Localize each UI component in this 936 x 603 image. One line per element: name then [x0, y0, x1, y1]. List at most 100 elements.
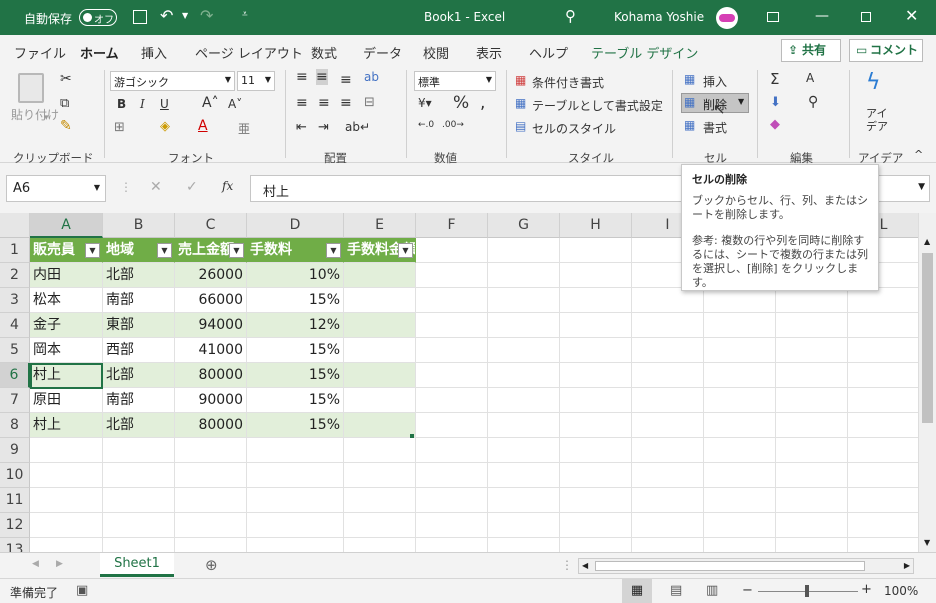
merge-icon[interactable]: ⊟	[364, 95, 375, 110]
align-center-icon[interactable]: ≡	[318, 95, 330, 111]
paste-button[interactable]: 貼り付け	[11, 106, 59, 123]
zoom-in-icon[interactable]: +	[861, 582, 872, 597]
table-cell[interactable]: 内田	[30, 263, 103, 288]
row-header-10[interactable]: 10	[0, 463, 30, 488]
align-right-icon[interactable]: ≡	[340, 95, 352, 111]
grid-cell[interactable]	[416, 413, 488, 438]
fill-color-icon[interactable]: ◈	[160, 119, 170, 134]
wrap-text-icon[interactable]: ab↵	[345, 120, 370, 134]
table-cell[interactable]	[344, 288, 416, 313]
grid-cell[interactable]	[488, 288, 560, 313]
filter-dropdown-icon[interactable]: ▼	[229, 243, 244, 258]
format-as-table-button[interactable]: テーブルとして書式設定	[532, 97, 663, 114]
grid-cell[interactable]	[103, 488, 175, 513]
number-format-select[interactable]: 標準 ▼	[414, 71, 496, 91]
expand-formula-icon[interactable]: ▼	[918, 182, 925, 192]
accessibility-icon[interactable]: ▣	[76, 583, 88, 598]
grid-cell[interactable]	[416, 238, 488, 263]
cut-icon[interactable]: ✂	[60, 71, 72, 87]
table-cell[interactable]	[344, 388, 416, 413]
grid-cell[interactable]	[416, 513, 488, 538]
sheet-tab-sheet1[interactable]: Sheet1	[100, 553, 174, 577]
row-header-6[interactable]: 6	[0, 363, 30, 388]
grid-cell[interactable]	[560, 388, 632, 413]
table-header-cell[interactable]: 手数料金額 ▼	[344, 238, 416, 263]
prev-sheet-icon[interactable]: ◀	[32, 559, 39, 569]
grid-cell[interactable]	[632, 488, 704, 513]
grid-cell[interactable]	[247, 488, 344, 513]
grid-cell[interactable]	[488, 488, 560, 513]
row-header-13[interactable]: 13	[0, 538, 30, 552]
ideas-button[interactable]: アイデア	[866, 107, 888, 133]
italic-button[interactable]: I	[140, 97, 145, 111]
grid-cell[interactable]	[416, 463, 488, 488]
grid-cell[interactable]	[488, 438, 560, 463]
grid-cell[interactable]	[632, 388, 704, 413]
grid-cell[interactable]	[488, 338, 560, 363]
tab-file[interactable]: ファイル	[14, 43, 66, 62]
autosum-icon[interactable]: Σ	[770, 70, 779, 88]
tab-review[interactable]: 校閲	[423, 43, 449, 62]
grid-cell[interactable]	[848, 463, 918, 488]
grid-cell[interactable]	[488, 538, 560, 552]
grid-cell[interactable]	[560, 438, 632, 463]
grid-cell[interactable]	[776, 388, 848, 413]
table-cell[interactable]: 15%	[247, 363, 344, 388]
grid-cell[interactable]	[704, 338, 776, 363]
grid-cell[interactable]	[488, 363, 560, 388]
row-header-9[interactable]: 9	[0, 438, 30, 463]
underline-button[interactable]: U	[160, 97, 169, 111]
table-cell[interactable]: 東部	[103, 313, 175, 338]
grid-cell[interactable]	[175, 463, 247, 488]
grid-cell[interactable]	[175, 513, 247, 538]
grid-cell[interactable]	[632, 513, 704, 538]
grid-cell[interactable]	[776, 488, 848, 513]
grow-font-icon[interactable]: A˄	[202, 95, 219, 111]
grid-cell[interactable]	[560, 238, 632, 263]
table-header-cell[interactable]: 地域 ▼	[103, 238, 175, 263]
grid-cell[interactable]	[704, 463, 776, 488]
table-cell[interactable]: 北部	[103, 363, 175, 388]
grid-cell[interactable]	[103, 538, 175, 552]
grid-cell[interactable]	[632, 288, 704, 313]
grid-cell[interactable]	[416, 313, 488, 338]
grid-cell[interactable]	[704, 438, 776, 463]
format-cells-button[interactable]: 書式	[703, 119, 727, 136]
row-header-2[interactable]: 2	[0, 263, 30, 288]
decrease-indent-icon[interactable]: ⇤	[296, 120, 307, 135]
tab-page-layout[interactable]: ページ レイアウト	[195, 43, 303, 62]
currency-icon[interactable]: ¥▾	[418, 96, 432, 110]
grid-cell[interactable]	[247, 538, 344, 552]
percent-icon[interactable]: %	[453, 93, 469, 113]
table-cell[interactable]: 南部	[103, 388, 175, 413]
increase-indent-icon[interactable]: ⇥	[318, 120, 329, 135]
grid-cell[interactable]	[704, 538, 776, 552]
table-cell[interactable]: 15%	[247, 413, 344, 438]
table-cell[interactable]: 10%	[247, 263, 344, 288]
row-header-4[interactable]: 4	[0, 313, 30, 338]
grid-cell[interactable]	[560, 288, 632, 313]
grid-cell[interactable]	[103, 463, 175, 488]
table-cell[interactable]: 80000	[175, 413, 247, 438]
table-cell[interactable]: 南部	[103, 288, 175, 313]
grid-cell[interactable]	[848, 338, 918, 363]
decrease-decimal-icon[interactable]: .00→	[442, 120, 464, 130]
grid-cell[interactable]	[488, 313, 560, 338]
scroll-right-icon[interactable]: ▶	[904, 561, 910, 570]
column-header-a[interactable]: A	[30, 213, 103, 238]
conditional-format-button[interactable]: 条件付き書式	[532, 74, 604, 91]
table-header-cell[interactable]: 販売員 ▼	[30, 238, 103, 263]
grid-cell[interactable]	[560, 313, 632, 338]
zoom-slider-thumb[interactable]	[805, 585, 809, 597]
table-cell[interactable]: 12%	[247, 313, 344, 338]
table-cell[interactable]: 西部	[103, 338, 175, 363]
grid-cell[interactable]	[848, 413, 918, 438]
table-cell[interactable]	[344, 363, 416, 388]
table-cell[interactable]: 松本	[30, 288, 103, 313]
table-header-cell[interactable]: 売上金額 ▼	[175, 238, 247, 263]
tab-view[interactable]: 表示	[476, 43, 502, 62]
grid-cell[interactable]	[632, 413, 704, 438]
column-header-e[interactable]: E	[344, 213, 416, 238]
grid-cell[interactable]	[344, 513, 416, 538]
cell-styles-button[interactable]: セルのスタイル	[532, 120, 616, 137]
